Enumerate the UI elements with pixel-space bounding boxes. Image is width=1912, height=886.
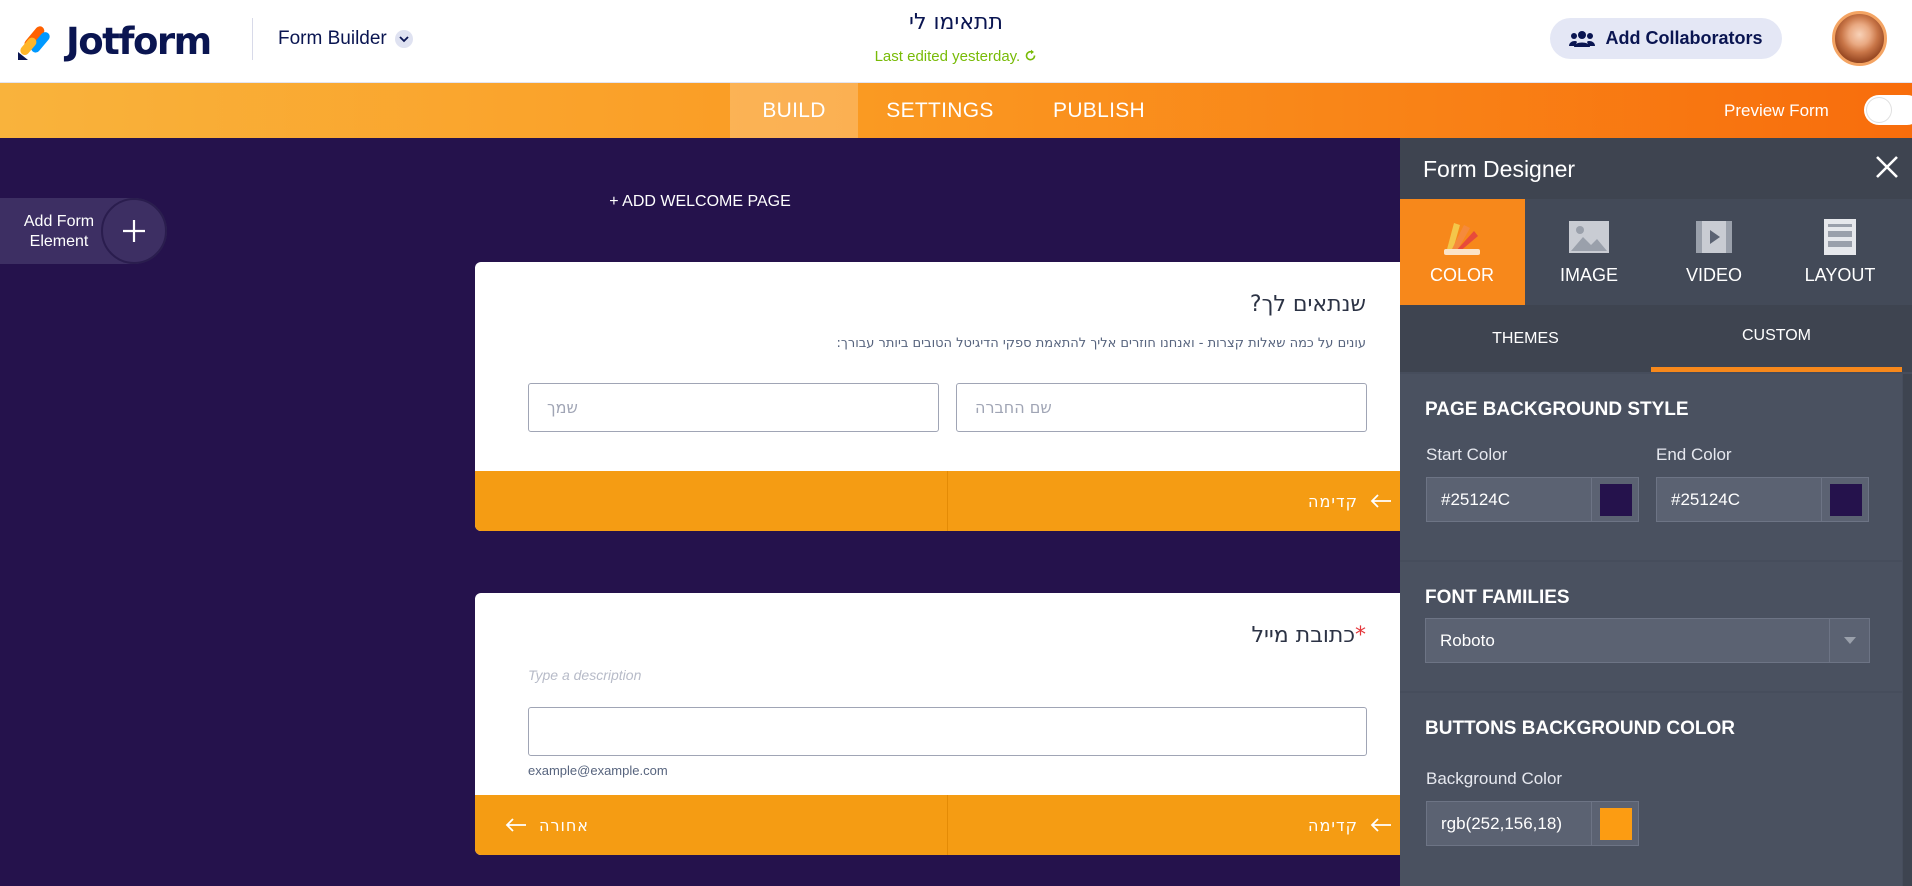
buttons-color-swatch[interactable] [1591, 801, 1639, 846]
tab-build[interactable]: BUILD [730, 83, 858, 138]
button-bar-divider [947, 471, 948, 531]
arrow-right-icon [1370, 818, 1391, 832]
tab-layout[interactable]: LAYOUT [1778, 199, 1902, 305]
panel-header: Form Designer [1400, 138, 1912, 199]
add-form-element-button[interactable]: Add Form Element [0, 198, 167, 264]
question-description[interactable]: עונים על כמה שאלות קצרות - ואנחנו חוזרים… [837, 336, 1366, 351]
tab-publish[interactable]: PUBLISH [1040, 83, 1158, 138]
description-placeholder[interactable]: Type a description [528, 667, 641, 683]
end-color-label: End Color [1656, 445, 1732, 464]
designer-tabs: COLOR IMAGE VIDEO LAYOUT [1400, 199, 1912, 305]
tab-video-label: VIDEO [1685, 265, 1742, 285]
card-button-bar-2: אחורה קדימה [475, 795, 1400, 855]
font-families-heading: FONT FAMILIES [1425, 587, 1570, 608]
email-sublabel[interactable]: example@example.com [528, 763, 668, 778]
email-title: כתובת מייל [1251, 623, 1355, 648]
start-color-chip [1600, 484, 1632, 516]
panel-scrollbar[interactable] [1903, 374, 1912, 886]
buttons-background-heading: BUTTONS BACKGROUND COLOR [1425, 718, 1735, 739]
tab-layout-label: LAYOUT [1804, 265, 1876, 285]
builder-nav-bar: BUILD SETTINGS PUBLISH Preview Form [0, 83, 1912, 138]
end-color-input[interactable]: #25124C [1656, 477, 1822, 522]
chevron-down-icon [1829, 619, 1869, 662]
question-title[interactable]: שנתאים לך? [1250, 292, 1366, 317]
form-card-intro[interactable]: שנתאים לך? עונים על כמה שאלות קצרות - וא… [475, 262, 1400, 531]
email-input[interactable] [528, 707, 1367, 756]
next-label: קדימה [1308, 815, 1358, 835]
form-card-email[interactable]: *כתובת מייל Type a description example@e… [475, 593, 1400, 855]
font-family-value: Roboto [1440, 630, 1495, 650]
question-title-email[interactable]: *כתובת מייל [1251, 623, 1366, 648]
toggle-knob [1867, 98, 1891, 122]
subtab-themes[interactable]: THEMES [1400, 305, 1651, 372]
button-bar-divider [947, 795, 948, 855]
font-family-select[interactable]: Roboto [1425, 618, 1870, 663]
add-form-element-label: Add Form Element [23, 213, 95, 250]
your-name-field[interactable]: שמך [528, 383, 939, 432]
panel-title: Form Designer [1423, 156, 1576, 182]
top-header: Jotform Form Builder תתאימו לי Last edit… [0, 0, 1912, 83]
tab-settings[interactable]: SETTINGS [871, 83, 1009, 138]
card-button-bar: קדימה [475, 471, 1400, 531]
form-designer-panel: Form Designer COLOR IMAGE VIDEO LAYOUT T… [1400, 138, 1912, 886]
company-name-field[interactable]: שם החברה [956, 383, 1367, 432]
layout-icon [1824, 219, 1856, 255]
next-button[interactable]: קדימה [1308, 471, 1392, 531]
font-families-section: FONT FAMILIES Roboto [1400, 562, 1902, 691]
add-collaborators-label: Add Collaborators [1605, 28, 1763, 48]
back-label: אחורה [539, 815, 589, 835]
start-color-swatch[interactable] [1591, 477, 1639, 522]
add-collaborators-button[interactable]: Add Collaborators [1550, 18, 1782, 59]
required-asterisk: * [1355, 623, 1366, 648]
close-icon[interactable] [1872, 152, 1902, 182]
image-icon [1569, 221, 1609, 253]
end-color-swatch[interactable] [1821, 477, 1869, 522]
tab-color-label: COLOR [1429, 265, 1494, 285]
preview-form-label: Preview Form [1724, 101, 1829, 120]
tab-image-label: IMAGE [1559, 265, 1618, 285]
buttons-background-section: BUTTONS BACKGROUND COLOR Background Colo… [1400, 693, 1902, 886]
refresh-icon[interactable] [1024, 49, 1037, 62]
arrow-left-icon [505, 818, 526, 832]
subtab-custom[interactable]: CUSTOM [1651, 305, 1902, 372]
page-background-heading: PAGE BACKGROUND STYLE [1425, 399, 1689, 420]
plus-icon[interactable] [101, 198, 167, 264]
next-button-2[interactable]: קדימה [1308, 795, 1392, 855]
page-background-section: PAGE BACKGROUND STYLE Start Color #25124… [1400, 374, 1902, 560]
start-color-input[interactable]: #25124C [1426, 477, 1592, 522]
start-color-label: Start Color [1426, 445, 1508, 464]
arrow-right-icon [1370, 494, 1391, 508]
tab-video[interactable]: VIDEO [1652, 199, 1776, 305]
users-icon [1569, 30, 1596, 47]
user-avatar[interactable] [1832, 11, 1887, 66]
add-welcome-page-link[interactable]: + ADD WELCOME PAGE [0, 193, 1400, 211]
back-button[interactable]: אחורה [505, 795, 589, 855]
background-color-label: Background Color [1426, 769, 1563, 788]
color-palette-icon [1444, 223, 1480, 255]
buttons-color-chip [1600, 808, 1632, 840]
next-label: קדימה [1308, 491, 1358, 511]
preview-form-toggle[interactable] [1864, 95, 1912, 125]
end-color-chip [1830, 484, 1862, 516]
last-edited-text: Last edited yesterday. [874, 48, 1021, 65]
buttons-color-input[interactable]: rgb(252,156,18) [1426, 801, 1592, 846]
tab-image[interactable]: IMAGE [1527, 199, 1651, 305]
tab-color[interactable]: COLOR [1400, 199, 1525, 305]
designer-subtabs: THEMES CUSTOM [1400, 305, 1912, 372]
video-icon [1696, 221, 1732, 253]
